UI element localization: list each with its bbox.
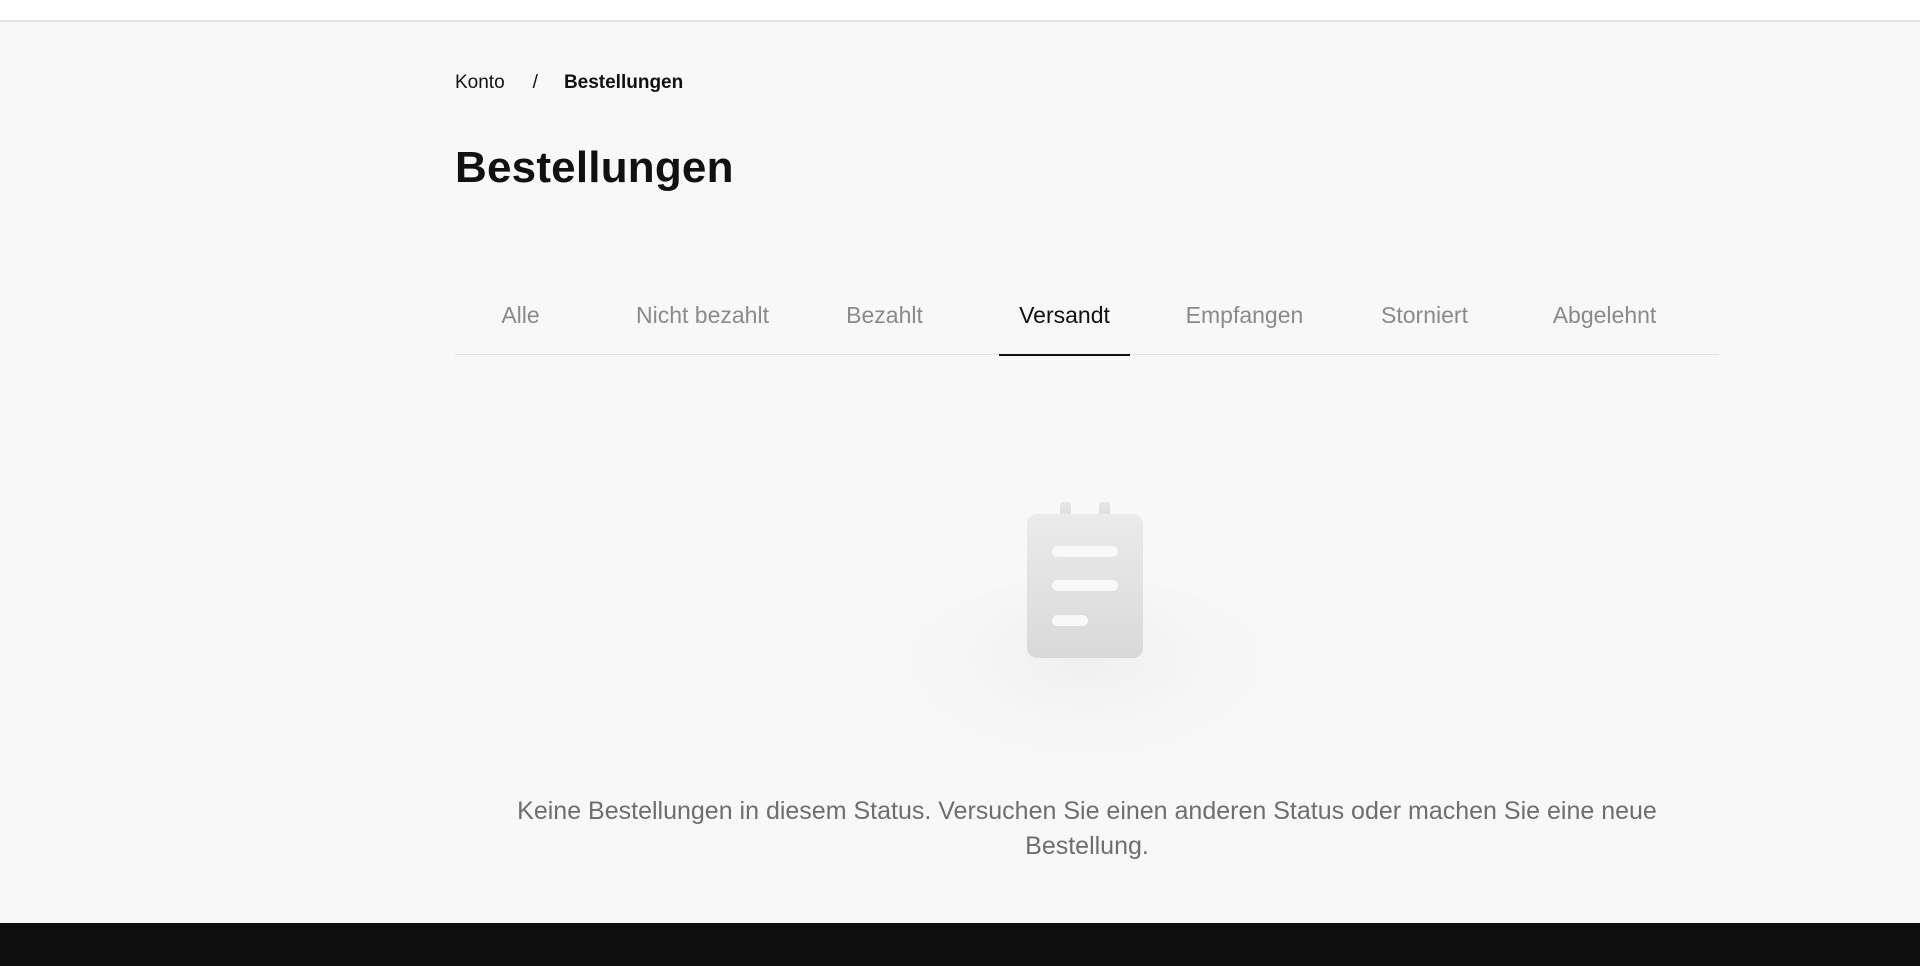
top-navigation-bar [0, 0, 1920, 22]
page-title: Bestellungen [455, 143, 734, 192]
clipboard-icon [880, 502, 1290, 762]
tab-nicht-bezahlt[interactable]: Nicht bezahlt [636, 290, 769, 354]
page-footer [0, 923, 1920, 966]
tab-empfangen[interactable]: Empfangen [1179, 290, 1310, 354]
order-status-tabs: Alle Nicht bezahlt Bezahlt Versandt Empf… [455, 290, 1719, 356]
tab-abgelehnt[interactable]: Abgelehnt [1539, 290, 1670, 354]
tab-bezahlt[interactable]: Bezahlt [819, 290, 950, 354]
tab-alle[interactable]: Alle [455, 290, 586, 354]
empty-state-message: Keine Bestellungen in diesem Status. Ver… [517, 797, 1657, 860]
breadcrumb-current-page: Bestellungen [563, 72, 684, 93]
breadcrumb: Konto / Bestellungen [455, 72, 683, 94]
tab-versandt[interactable]: Versandt [999, 290, 1130, 356]
breadcrumb-separator: / [532, 72, 538, 93]
tab-storniert[interactable]: Storniert [1359, 290, 1490, 354]
empty-state-illustration [455, 462, 1719, 762]
breadcrumb-account-link[interactable]: Konto [455, 72, 505, 94]
